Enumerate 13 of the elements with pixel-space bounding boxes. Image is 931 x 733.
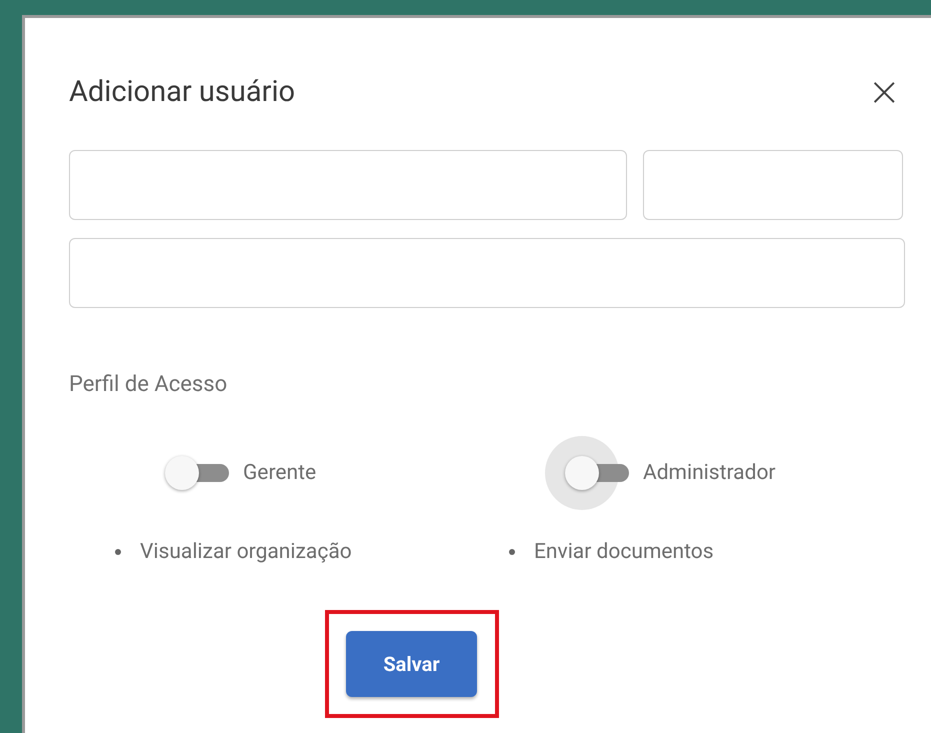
section-title: Perfil de Acesso <box>69 372 228 397</box>
permission-text: Visualizar organização <box>140 540 352 564</box>
dialog-title: Adicionar usuário <box>69 75 296 109</box>
input-field[interactable] <box>643 150 903 220</box>
toggle-label: Administrador <box>643 461 776 485</box>
bullet-icon <box>509 549 515 555</box>
close-button[interactable]: × <box>863 72 905 112</box>
input-field[interactable] <box>69 238 905 308</box>
permission-text: Enviar documentos <box>534 540 714 564</box>
toggle-label: Gerente <box>243 461 316 485</box>
save-button[interactable]: Salvar <box>346 631 477 697</box>
bullet-icon <box>115 549 121 555</box>
input-field[interactable] <box>69 150 627 220</box>
